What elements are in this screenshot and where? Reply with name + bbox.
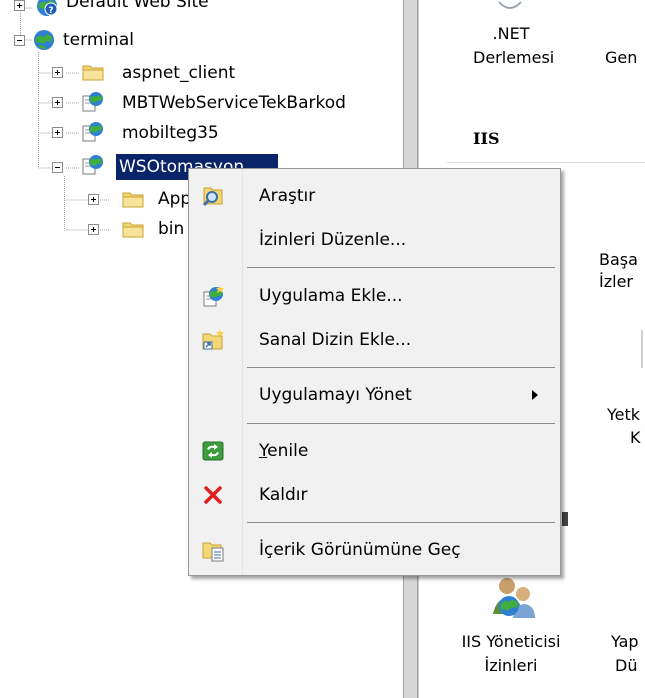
net-compilation-label-2[interactable]: Derlemesi [473, 48, 554, 67]
expand-toggle[interactable] [14, 0, 25, 11]
iis-manager-permissions-label-2[interactable]: İzinleri [469, 656, 553, 675]
gen-feature-label[interactable]: Gen [605, 48, 637, 67]
expand-toggle[interactable] [52, 127, 63, 138]
accelerator-key: Y [259, 441, 268, 461]
folder-icon [122, 192, 144, 208]
menu-item-label: Kaldır [259, 485, 308, 505]
net-compilation-label-1[interactable]: .NET [480, 24, 542, 43]
folder-icon [122, 222, 144, 238]
add-application-icon [203, 285, 224, 307]
menu-shadow-artifact [562, 512, 568, 526]
menu-item-switch-content-view[interactable]: İçerik Görünümüne Geç [189, 531, 560, 569]
menu-item-label: Yenile [259, 432, 308, 470]
menu-item-explore[interactable]: Araştır [189, 177, 560, 215]
menu-item-label: İzinleri Düzenle... [259, 230, 407, 250]
menu-item-manage-application[interactable]: Uygulamayı Yönet [189, 376, 560, 414]
menu-item-label: Uygulama Ekle... [259, 286, 403, 306]
net-compilation-icon[interactable] [495, 0, 525, 16]
menu-separator [247, 522, 555, 523]
expand-toggle[interactable] [88, 194, 99, 205]
du-feature-label[interactable]: Dü [615, 656, 637, 675]
add-virtual-directory-icon [202, 329, 224, 350]
web-app-icon [82, 122, 103, 142]
svg-text:?: ? [48, 6, 53, 16]
web-app-icon [82, 155, 103, 175]
menu-item-add-virtual-directory[interactable]: Sanal Dizin Ekle... [189, 321, 560, 359]
web-app-icon [82, 92, 103, 112]
collapse-toggle[interactable] [14, 35, 25, 46]
globe-icon [34, 30, 54, 50]
menu-item-refresh[interactable]: Yenile [189, 432, 560, 470]
feature-icon-edge [641, 330, 643, 368]
menu-item-label: Uygulamayı Yönet [259, 385, 412, 405]
yap-feature-label[interactable]: Yap [611, 632, 639, 651]
expand-toggle[interactable] [52, 97, 63, 108]
izler-feature-label[interactable]: İzler [599, 272, 633, 291]
k-feature-label[interactable]: K [630, 428, 641, 447]
menu-item-edit-permissions[interactable]: İzinleri Düzenle... [189, 221, 560, 259]
globe-question-icon: ? [37, 0, 58, 16]
expand-toggle[interactable] [88, 224, 99, 235]
refresh-icon [202, 441, 224, 461]
yetk-feature-label[interactable]: Yetk [607, 405, 640, 424]
basa-feature-label[interactable]: Başa [599, 250, 638, 269]
menu-item-label: Sanal Dizin Ekle... [259, 330, 412, 350]
menu-separator [247, 267, 555, 268]
tree-node-mobilteg35[interactable]: mobilteg35 [119, 120, 222, 146]
iis-section-heading: IIS [473, 129, 500, 148]
context-menu: Araştır İzinleri Düzenle... Uygulama Ekl… [188, 168, 561, 576]
iis-manager-window: ? Default Web Site terminal aspnet_clien… [0, 0, 645, 698]
menu-separator [247, 423, 555, 424]
tree-node-aspnet-client[interactable]: aspnet_client [119, 60, 238, 86]
explore-icon [202, 187, 223, 207]
menu-separator [247, 367, 555, 368]
tree-node-bin[interactable]: bin [155, 216, 187, 242]
folder-icon [82, 65, 104, 81]
submenu-arrow-icon [532, 390, 538, 400]
remove-icon [204, 486, 222, 504]
content-view-icon [202, 542, 224, 562]
tree-node-terminal[interactable]: terminal [60, 27, 137, 53]
menu-item-remove[interactable]: Kaldır [189, 476, 560, 514]
menu-item-label: Araştır [259, 186, 316, 206]
tree-node-default-web-site[interactable]: Default Web Site [63, 0, 212, 15]
menu-item-add-application[interactable]: Uygulama Ekle... [189, 277, 560, 315]
section-divider [447, 162, 645, 163]
expand-toggle[interactable] [52, 67, 63, 78]
iis-manager-permissions-label-1[interactable]: IIS Yöneticisi [439, 632, 583, 651]
tree-node-mbtwebservice[interactable]: MBTWebServiceTekBarkod [119, 90, 349, 116]
collapse-toggle[interactable] [52, 162, 63, 173]
iis-manager-permissions-icon[interactable] [489, 574, 537, 622]
menu-item-label-rest: enile [267, 441, 309, 461]
menu-item-label: İçerik Görünümüne Geç [259, 540, 461, 560]
